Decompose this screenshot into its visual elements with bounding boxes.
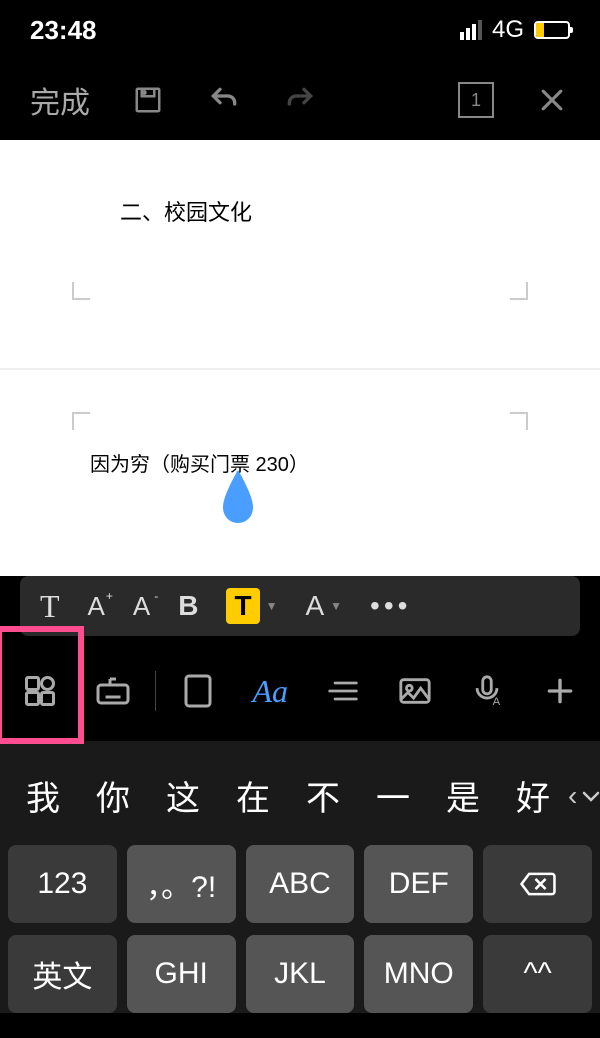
key-ghi[interactable]: GHI [127,935,236,1013]
key-language[interactable]: 英文 [8,935,117,1013]
text-style-button[interactable]: T [40,588,60,625]
top-toolbar: 完成 1 [0,60,600,140]
candidate-word[interactable]: 这 [148,771,218,820]
key-backspace[interactable] [483,845,592,923]
keyboard: 我 你 这 在 不 一 是 好 ‹ 123 ，。?! ABC DEF 英文 GH… [0,741,600,1013]
divider [155,671,156,711]
key-def[interactable]: DEF [364,845,473,923]
chevron-down-icon: ▼ [330,599,342,613]
candidate-word[interactable]: 一 [358,771,428,820]
page-break [0,368,600,370]
redo-icon[interactable] [282,82,318,118]
key-grid: 123 ，。?! ABC DEF 英文 GHI JKL MNO ^^ [0,845,600,1013]
font-color-button[interactable]: A ▼ [305,590,342,622]
candidate-word[interactable]: 不 [288,771,358,820]
candidate-word[interactable]: 好 [498,771,568,820]
page-corner-icon [72,412,90,430]
signal-icon [460,20,482,40]
document-canvas[interactable]: 二、校园文化 因为穷（购买门票 230） [0,140,600,576]
bottom-toolbar: Aa A [0,641,600,741]
battery-icon [534,21,570,39]
key-abc[interactable]: ABC [246,845,355,923]
candidate-word[interactable]: 是 [428,771,498,820]
page-indicator[interactable]: 1 [458,82,494,118]
key-mno[interactable]: MNO [364,935,473,1013]
page-corner-icon [510,412,528,430]
bold-button[interactable]: B [178,590,198,622]
document-text-line[interactable]: 因为穷（购买门票 230） [90,448,309,477]
apps-grid-button[interactable] [10,656,70,726]
key-emoji[interactable]: ^^ [483,935,592,1013]
done-button[interactable]: 完成 [30,78,90,122]
svg-text:A: A [493,696,501,708]
undo-icon[interactable] [206,82,242,118]
key-jkl[interactable]: JKL [246,935,355,1013]
highlight-button[interactable]: T ▼ [226,588,277,624]
candidate-word[interactable]: 在 [218,771,288,820]
keyboard-button[interactable] [82,656,142,726]
cursor-handle-icon[interactable] [218,465,258,525]
more-options-button[interactable]: ••• [370,590,411,622]
font-format-button[interactable]: Aa [240,656,300,726]
candidate-expand-button[interactable]: ‹ [568,780,600,812]
chevron-down-icon: ▼ [266,599,278,613]
page-corner-icon [72,282,90,300]
paragraph-button[interactable] [312,656,372,726]
format-toolbar: T A+ A- B T ▼ A ▼ ••• [20,576,580,636]
status-right: 4G [460,16,570,44]
key-123[interactable]: 123 [8,845,117,923]
time-label: 23:48 [30,15,97,46]
font-increase-button[interactable]: A+ [88,591,105,622]
candidate-word[interactable]: 我 [8,771,78,820]
add-button[interactable] [530,656,590,726]
page-number: 1 [471,90,481,111]
status-bar: 23:48 4G [0,0,600,60]
close-icon[interactable] [534,82,570,118]
document-text-line[interactable]: 二、校园文化 [120,195,252,227]
candidate-word[interactable]: 你 [78,771,148,820]
candidate-row: 我 你 这 在 不 一 是 好 ‹ [0,761,600,845]
save-icon[interactable] [130,82,166,118]
image-button[interactable] [385,656,445,726]
network-label: 4G [492,16,524,44]
adaptive-button[interactable] [168,656,228,726]
key-punctuation[interactable]: ，。?! [127,845,236,923]
page-corner-icon [510,282,528,300]
font-decrease-button[interactable]: A- [133,591,150,622]
voice-input-button[interactable]: A [457,656,517,726]
